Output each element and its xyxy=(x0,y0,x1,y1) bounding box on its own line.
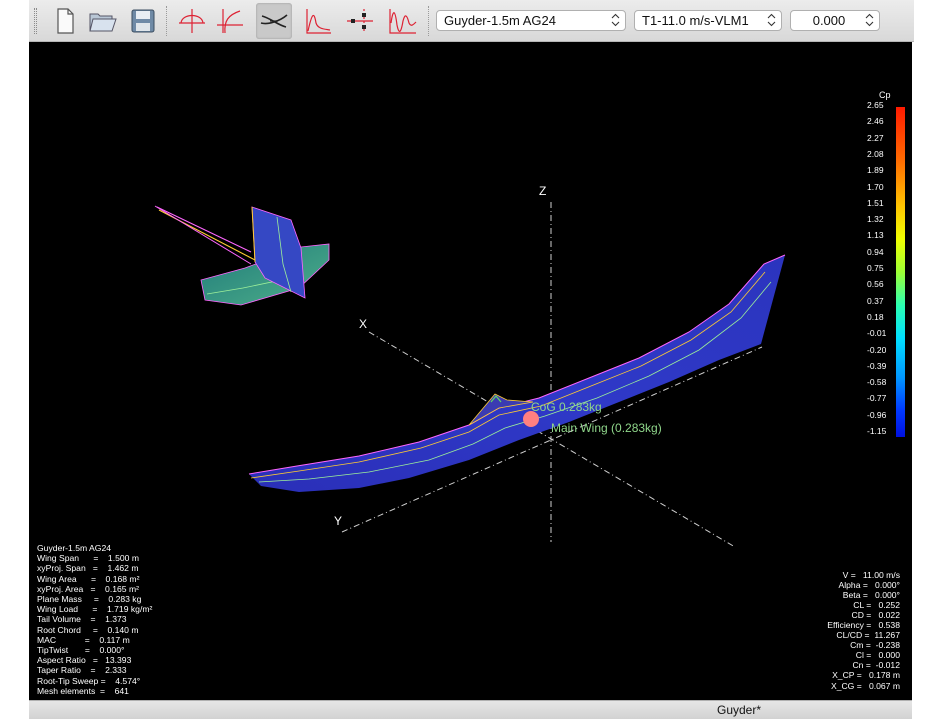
cp-legend-tick: 0.56 xyxy=(867,279,884,290)
cp-colorbar xyxy=(896,107,905,437)
cp-legend-tick: 0.75 xyxy=(867,263,884,273)
cp-legend-tick: 2.46 xyxy=(867,116,884,127)
3d-viewport[interactable]: Z X Y CoG 0.283kg Main Wing (0.283kg) Cp… xyxy=(29,42,912,700)
cp-legend-tick: 1.51 xyxy=(867,197,884,208)
polar-graph-button[interactable] xyxy=(212,3,248,39)
plane-info-line: Tail Volume = 1.373 xyxy=(37,614,127,625)
plane-select[interactable]: Guyder-1.5m AG24 xyxy=(436,10,626,31)
main-wing xyxy=(248,254,786,492)
cp-legend-tick: 1.89 xyxy=(867,165,884,176)
cog-label: CoG 0.283kg xyxy=(531,400,602,414)
cp-legend-tick: -0.58 xyxy=(867,377,887,388)
wing-polar-view-button[interactable] xyxy=(174,3,210,39)
toolbar-grip[interactable] xyxy=(34,8,37,34)
results-panel: V = 11.00 m/s Alpha = 0.000° Beta = 0.000°… xyxy=(827,570,900,691)
project-title: Guyder* xyxy=(717,703,762,717)
cp-legend-tick: 2.27 xyxy=(867,132,884,143)
toolbar-separator xyxy=(166,6,167,36)
combo-arrows-icon xyxy=(767,13,776,27)
plane-info-panel: Guyder-1.5m AG24 Wing Span = 1.500 m xyPro… xyxy=(37,543,152,696)
operating-point-value: 0.000 xyxy=(812,13,846,28)
cp-curve-icon xyxy=(306,9,331,34)
result-line: CL/CD = 11.267 xyxy=(836,630,900,641)
cp-legend-tick: 1.70 xyxy=(867,181,884,192)
axis-z-label: Z xyxy=(539,184,547,198)
axis-lines xyxy=(341,202,763,548)
result-line: Alpha = 0.000° xyxy=(838,580,901,591)
plane-info-line: Plane Mass = 0.283 kg xyxy=(37,594,142,605)
plane-info-line: Guyder-1.5m AG24 xyxy=(37,543,112,553)
cp-legend-tick: 2.65 xyxy=(867,100,884,110)
status-bar: Guyder* xyxy=(29,700,912,719)
plane-info-line: MAC = 0.117 m xyxy=(37,634,130,645)
axis-x-label: X xyxy=(359,317,368,331)
result-line: Cl = 0.000 xyxy=(855,650,900,661)
time-response-icon xyxy=(389,9,417,34)
3d-scene xyxy=(154,202,786,548)
plane-info-line: xyProj. Area = 0.165 m² xyxy=(37,583,139,594)
result-line: V = 11.00 m/s xyxy=(842,570,900,580)
axis-y-label: Y xyxy=(334,514,343,528)
result-line: CL = 0.252 xyxy=(853,600,900,611)
tail-boom xyxy=(154,205,256,265)
polar-curve-icon xyxy=(217,9,243,34)
plane-info-line: Root Chord = 0.140 m xyxy=(37,624,139,635)
open-file-button[interactable] xyxy=(85,3,121,39)
cp-legend-tick: 0.37 xyxy=(867,295,884,306)
root-locus-icon xyxy=(347,9,373,33)
toolbar: Guyder-1.5m AG24 T1-11.0 m/s-VLM1 0.000 xyxy=(29,0,914,42)
operating-point-select[interactable]: 0.000 xyxy=(790,10,880,31)
plane-info-line: Root-Tip Sweep = 4.574° xyxy=(37,675,141,686)
plane-select-value: Guyder-1.5m AG24 xyxy=(444,13,556,28)
polar-select-value: T1-11.0 m/s-VLM1 xyxy=(642,13,749,28)
cp-legend-tick: -0.77 xyxy=(867,393,887,404)
cp-legend-tick: -0.96 xyxy=(867,409,887,420)
save-disk-icon xyxy=(131,9,155,33)
result-line: CD = 0.022 xyxy=(851,610,901,621)
result-line: Beta = 0.000° xyxy=(842,590,900,601)
result-line: Efficiency = 0.538 xyxy=(827,620,900,631)
app-window: Guyder-1.5m AG24 T1-11.0 m/s-VLM1 0.000 xyxy=(0,0,939,719)
result-line: Cm = -0.238 xyxy=(850,640,900,651)
plane-info-line: TipTwist = 0.000° xyxy=(37,645,125,656)
polar-axes-icon xyxy=(179,9,205,33)
cp-legend-tick: 0.18 xyxy=(867,311,884,322)
result-line: X_CG = 0.067 m xyxy=(830,680,900,691)
3d-view-button[interactable] xyxy=(256,3,292,39)
combo-arrows-icon xyxy=(865,13,874,27)
plane-info-line: Wing Area = 0.168 m² xyxy=(37,573,140,584)
result-line: Cn = -0.012 xyxy=(852,660,900,671)
main-wing-label: Main Wing (0.283kg) xyxy=(551,421,662,435)
result-line: X_CP = 0.178 m xyxy=(832,670,900,681)
plane-info-line: Aspect Ratio = 13.393 xyxy=(37,655,132,666)
cp-legend-tick: 1.32 xyxy=(867,214,884,225)
save-button[interactable] xyxy=(125,3,161,39)
cp-legend-tick: 1.13 xyxy=(867,230,884,241)
open-folder-icon xyxy=(89,13,117,32)
cp-legend-title: Cp xyxy=(879,90,891,100)
plane-3d-icon xyxy=(260,14,288,28)
cp-legend-tick: -0.39 xyxy=(867,360,887,371)
plane-info-line: xyProj. Span = 1.462 m xyxy=(37,563,139,574)
new-file-icon xyxy=(57,8,74,34)
plane-info-line: Taper Ratio = 2.333 xyxy=(37,665,127,676)
time-response-button[interactable] xyxy=(385,3,421,39)
new-file-button[interactable] xyxy=(47,3,83,39)
plane-info-line: Mesh elements = 641 xyxy=(37,685,129,696)
cp-legend-tick: -0.20 xyxy=(867,344,887,355)
cp-legend-tick: 2.08 xyxy=(867,148,884,159)
cp-view-button[interactable] xyxy=(300,3,336,39)
toolbar-separator xyxy=(428,6,429,36)
stability-view-button[interactable] xyxy=(342,3,378,39)
polar-select[interactable]: T1-11.0 m/s-VLM1 xyxy=(634,10,782,31)
combo-arrows-icon xyxy=(611,13,620,27)
cp-legend-tick: 0.94 xyxy=(867,246,884,257)
plane-info-line: Wing Span = 1.500 m xyxy=(37,553,139,564)
cp-legend-tick: -0.01 xyxy=(867,328,887,339)
cp-legend-tick: -1.15 xyxy=(867,426,887,436)
plane-info-line: Wing Load = 1.719 kg/m² xyxy=(37,604,153,615)
